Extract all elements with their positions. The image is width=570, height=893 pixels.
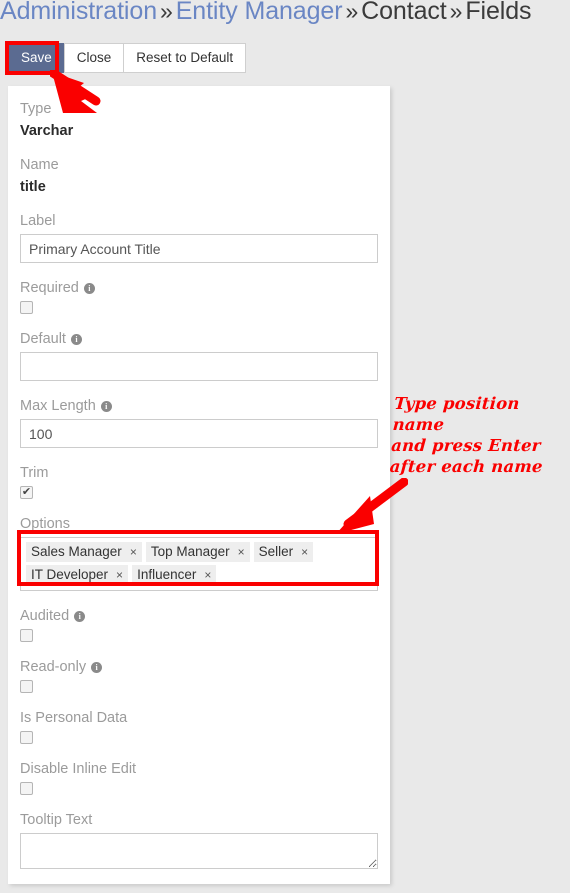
default-label-text: Default xyxy=(20,331,66,347)
label-input[interactable] xyxy=(20,234,378,263)
options-label: Options xyxy=(20,516,70,532)
remove-tag-icon[interactable]: × xyxy=(116,569,123,581)
default-label: Default i xyxy=(20,330,378,348)
read-only-label: Read-only i xyxy=(20,658,378,676)
remove-tag-icon[interactable]: × xyxy=(301,546,308,558)
field-name-value: title xyxy=(20,179,46,195)
trim-checkbox[interactable]: ✔ xyxy=(20,486,33,499)
remove-tag-icon[interactable]: × xyxy=(238,546,245,558)
field-settings-panel: Type Varchar Name title Label Required i… xyxy=(8,86,390,884)
field-label-group: Label xyxy=(20,212,378,279)
field-audited-group: Audited i ✔ xyxy=(20,607,378,642)
option-tag-label: Seller xyxy=(258,544,294,559)
field-trim-group: Trim ✔ xyxy=(20,464,378,499)
reset-to-default-button[interactable]: Reset to Default xyxy=(123,43,247,73)
breadcrumb-separator: » xyxy=(345,0,359,24)
field-read-only-group: Read-only i ✔ xyxy=(20,658,378,693)
max-length-input[interactable] xyxy=(20,419,378,448)
required-label: Required i xyxy=(20,279,378,297)
option-tag-label: Influencer xyxy=(137,567,197,582)
toolbar: Save Close Reset to Default xyxy=(8,43,247,73)
field-required-group: Required i ✔ xyxy=(20,279,378,314)
trim-label-text: Trim xyxy=(20,465,49,481)
breadcrumb-item-contact: Contact xyxy=(361,0,447,25)
required-checkbox[interactable]: ✔ xyxy=(20,301,33,314)
check-icon: ✔ xyxy=(21,486,32,498)
field-max-length-group: Max Length i xyxy=(20,397,378,464)
audited-label-text: Audited xyxy=(20,608,70,624)
option-tag[interactable]: Influencer × xyxy=(132,565,217,585)
field-type-value: Varchar xyxy=(20,123,74,139)
option-tag-label: Sales Manager xyxy=(31,544,122,559)
breadcrumb-item-administration[interactable]: Administration xyxy=(0,0,157,25)
breadcrumb-item-fields: Fields xyxy=(465,0,532,25)
field-type-label: Type xyxy=(20,101,52,117)
read-only-label-text: Read-only xyxy=(20,659,87,675)
required-label-text: Required xyxy=(20,280,79,296)
save-button[interactable]: Save xyxy=(8,43,65,73)
tooltip-text-label: Tooltip Text xyxy=(20,812,93,828)
field-disable-inline-edit-group: Disable Inline Edit ✔ xyxy=(20,760,378,795)
info-icon[interactable]: i xyxy=(70,333,82,345)
field-type: Type Varchar xyxy=(20,100,378,140)
info-icon[interactable]: i xyxy=(74,610,86,622)
info-icon[interactable]: i xyxy=(91,661,103,673)
disable-inline-edit-label: Disable Inline Edit xyxy=(20,761,137,777)
close-button[interactable]: Close xyxy=(63,43,125,73)
option-tag-label: IT Developer xyxy=(31,567,109,582)
breadcrumb-item-entity-manager[interactable]: Entity Manager xyxy=(176,0,343,25)
option-tag[interactable]: IT Developer × xyxy=(26,565,129,585)
tooltip-text-textarea[interactable] xyxy=(20,833,378,869)
is-personal-data-label: Is Personal Data xyxy=(20,710,128,726)
option-tag[interactable]: Sales Manager × xyxy=(26,542,142,562)
is-personal-data-checkbox[interactable]: ✔ xyxy=(20,731,33,744)
trim-label: Trim xyxy=(20,464,378,482)
read-only-checkbox[interactable]: ✔ xyxy=(20,680,33,693)
default-input[interactable] xyxy=(20,352,378,381)
info-icon[interactable]: i xyxy=(100,400,112,412)
option-tag-label: Top Manager xyxy=(150,544,230,559)
breadcrumb-separator: » xyxy=(160,0,173,24)
max-length-label-text: Max Length xyxy=(20,398,96,414)
field-tooltip-text-group: Tooltip Text xyxy=(20,811,378,869)
disable-inline-edit-checkbox[interactable]: ✔ xyxy=(20,782,33,795)
audited-checkbox[interactable]: ✔ xyxy=(20,629,33,642)
info-icon[interactable]: i xyxy=(83,282,95,294)
option-tag[interactable]: Top Manager × xyxy=(145,542,250,562)
remove-tag-icon[interactable]: × xyxy=(204,569,211,581)
field-is-personal-data-group: Is Personal Data ✔ xyxy=(20,709,378,744)
remove-tag-icon[interactable]: × xyxy=(130,546,137,558)
annotation-note: Type position name and press Enter after… xyxy=(389,394,544,476)
option-tag[interactable]: Seller × xyxy=(253,542,314,562)
max-length-label: Max Length i xyxy=(20,397,378,415)
field-options-group: Options Sales Manager × Top Manager × Seller… xyxy=(20,515,378,591)
field-name-label: Name xyxy=(20,157,59,173)
label-field-label: Label xyxy=(20,213,56,229)
audited-label: Audited i xyxy=(20,607,378,625)
field-name: Name title xyxy=(20,156,378,196)
breadcrumb-separator: » xyxy=(449,0,463,24)
options-tag-input[interactable]: Sales Manager × Top Manager × Seller × IT Deve… xyxy=(20,537,378,591)
breadcrumb: Administration» Entity Manager» Contact» Fi… xyxy=(0,0,570,28)
field-default-group: Default i xyxy=(20,330,378,397)
